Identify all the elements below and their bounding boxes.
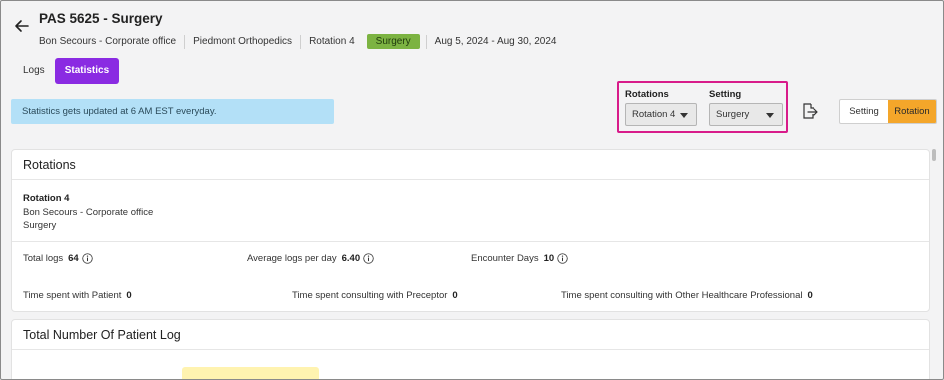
rotations-card-title: Rotations xyxy=(12,150,929,180)
tab-logs[interactable]: Logs xyxy=(13,58,55,84)
stat-encounter-days: Encounter Days 10 xyxy=(471,253,568,264)
stat-total-logs: Total logs 64 xyxy=(23,253,93,264)
stat-time-other: Time spent consulting with Other Healthc… xyxy=(561,290,813,301)
stat-time-patient: Time spent with Patient 0 xyxy=(23,290,132,301)
patient-log-card-title: Total Number Of Patient Log xyxy=(12,320,929,350)
info-icon[interactable] xyxy=(82,253,93,264)
rotation-details: Rotation 4 Bon Secours - Corporate offic… xyxy=(23,192,153,233)
info-banner: Statistics gets updated at 6 AM EST ever… xyxy=(11,99,334,124)
stat-value: 10 xyxy=(543,253,555,264)
meta-location: Piedmont Orthopedics xyxy=(184,34,300,49)
page-title: PAS 5625 - Surgery xyxy=(39,11,163,26)
filter-group: Rotations Rotation 4 Setting Surgery xyxy=(617,81,788,133)
stat-label: Time spent with Patient xyxy=(23,290,122,301)
info-icon[interactable] xyxy=(557,253,568,264)
tab-statistics[interactable]: Statistics xyxy=(54,58,120,84)
app-frame: PAS 5625 - Surgery Bon Secours - Corpora… xyxy=(0,0,944,380)
stat-value: 0 xyxy=(807,290,813,301)
breadcrumb: Bon Secours - Corporate office Piedmont … xyxy=(39,33,564,50)
toggle-setting[interactable]: Setting xyxy=(840,100,888,123)
rotation-setting: Surgery xyxy=(23,220,57,231)
stat-label: Average logs per day xyxy=(247,253,337,264)
stat-average-logs: Average logs per day 6.40 xyxy=(247,253,374,264)
rotation-name: Rotation 4 xyxy=(23,193,70,204)
toggle-rotation[interactable]: Rotation xyxy=(888,100,936,123)
scrollbar[interactable] xyxy=(932,149,936,161)
stat-time-preceptor: Time spent consulting with Preceptor 0 xyxy=(292,290,458,301)
stat-label: Time spent consulting with Other Healthc… xyxy=(561,290,803,301)
rotations-select[interactable]: Rotation 4 xyxy=(625,103,697,126)
chart-bar xyxy=(182,367,319,379)
setting-label: Setting xyxy=(709,89,742,100)
meta-rotation: Rotation 4 xyxy=(300,34,363,49)
setting-select-value: Surgery xyxy=(716,109,750,120)
chevron-down-icon xyxy=(766,113,774,118)
setting-badge: Surgery xyxy=(366,34,420,49)
patient-log-card: Total Number Of Patient Log xyxy=(11,319,930,379)
view-toggle: Setting Rotation xyxy=(839,99,937,124)
stat-label: Total logs xyxy=(23,253,64,264)
rotation-site: Bon Secours - Corporate office xyxy=(23,206,154,218)
meta-date-range: Aug 5, 2024 - Aug 30, 2024 xyxy=(425,34,565,49)
stat-value: 6.40 xyxy=(341,253,361,264)
divider xyxy=(12,241,929,242)
tab-bar: Logs Statistics xyxy=(13,58,120,84)
setting-select[interactable]: Surgery xyxy=(709,103,783,126)
stat-label: Time spent consulting with Preceptor xyxy=(292,290,448,301)
rotations-select-value: Rotation 4 xyxy=(632,109,676,120)
chevron-down-icon xyxy=(680,113,688,118)
back-arrow-icon[interactable] xyxy=(13,17,31,35)
stat-value: 0 xyxy=(126,290,132,301)
info-icon[interactable] xyxy=(363,253,374,264)
rotations-card: Rotations Rotation 4 Bon Secours - Corpo… xyxy=(11,149,930,312)
stat-value: 0 xyxy=(452,290,458,301)
stat-value: 64 xyxy=(68,253,79,264)
meta-site: Bon Secours - Corporate office xyxy=(39,35,177,47)
stat-label: Encounter Days xyxy=(471,253,539,264)
rotations-label: Rotations xyxy=(625,89,669,100)
export-icon[interactable] xyxy=(800,102,818,120)
